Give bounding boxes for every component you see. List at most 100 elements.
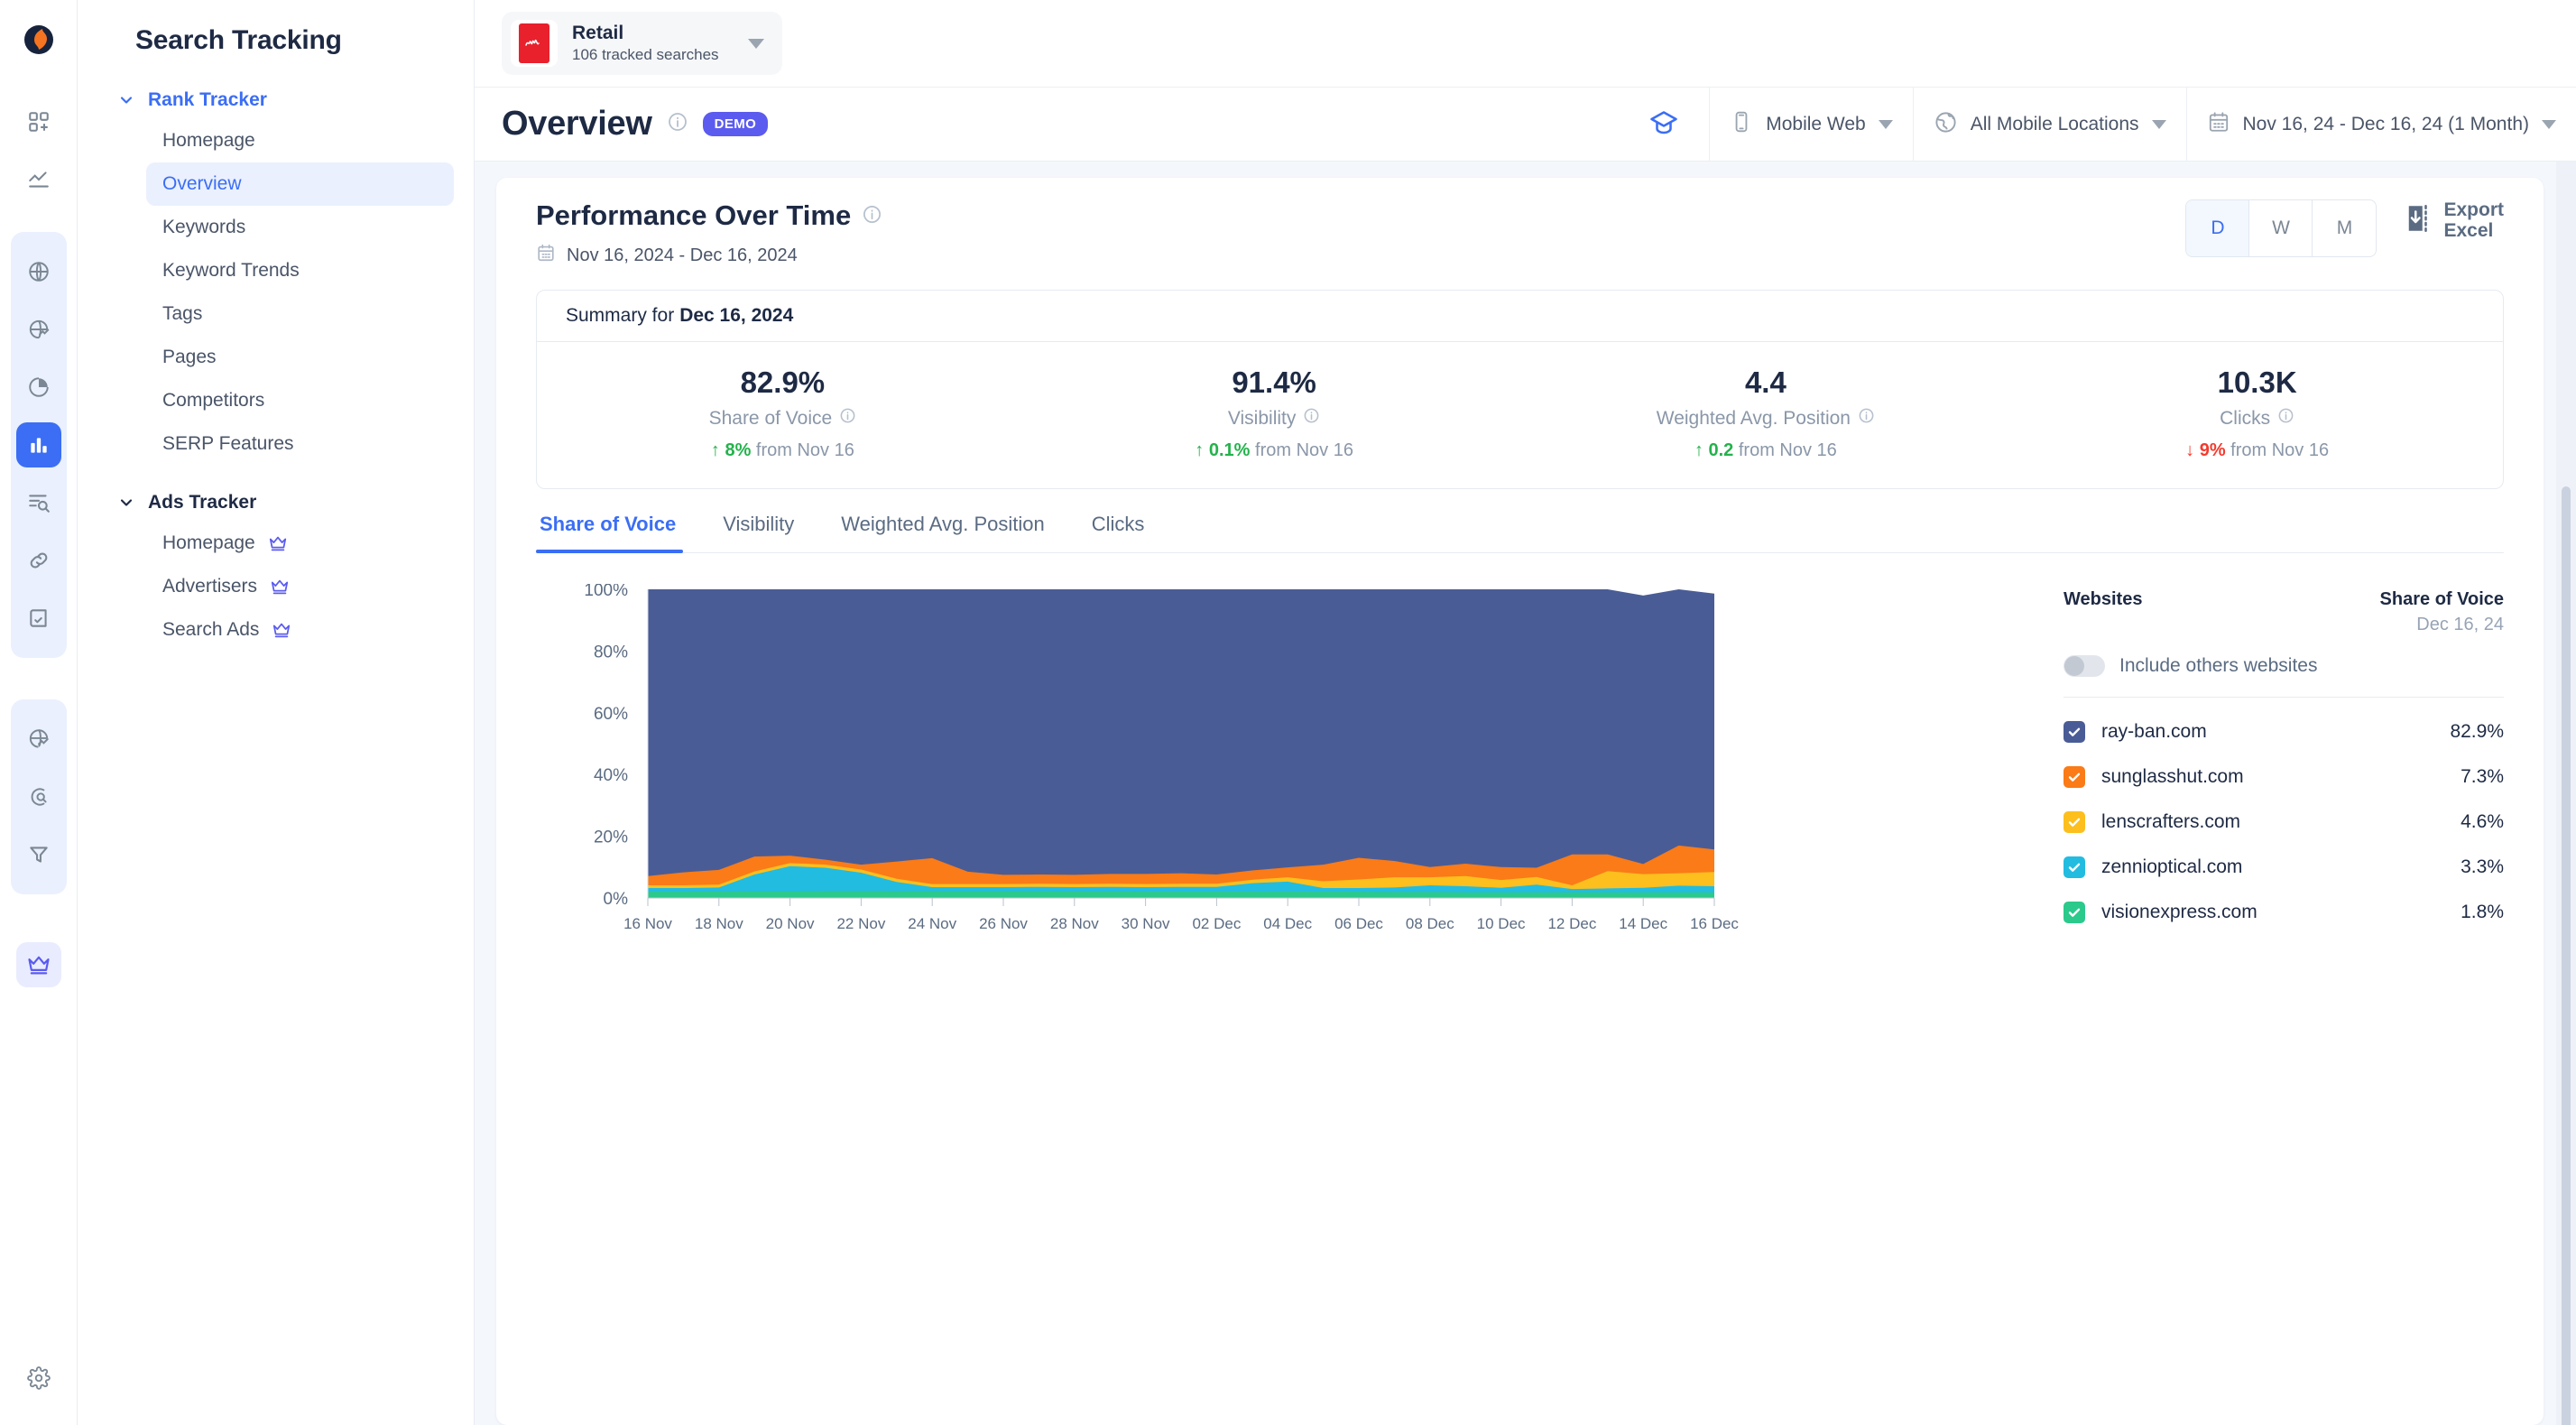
sidebar-item-keywords[interactable]: Keywords xyxy=(146,206,454,249)
sidebar-item-homepage[interactable]: Homepage xyxy=(146,119,454,162)
main-area: Retail 106 tracked searches Overview DEM… xyxy=(475,0,2576,1425)
card-header-actions: D W M xyxy=(2185,199,2504,257)
sidebar-item-tags[interactable]: Tags xyxy=(146,292,454,336)
metric-arrow: ↑ xyxy=(1694,440,1703,460)
legend-checkbox[interactable] xyxy=(2064,766,2085,788)
rail-group-primary xyxy=(11,232,67,658)
svg-text:04 Dec: 04 Dec xyxy=(1263,915,1312,932)
granularity-week[interactable]: W xyxy=(2249,200,2313,256)
sidebar-spacer xyxy=(97,466,454,484)
rail-group-secondary xyxy=(11,699,67,894)
top-bar: Retail 106 tracked searches xyxy=(475,0,2576,88)
granularity-day[interactable]: D xyxy=(2186,200,2249,256)
metric-delta-value: 0.2 xyxy=(1709,440,1734,460)
scrollbar-thumb[interactable] xyxy=(2562,486,2571,1425)
tab-share-of-voice[interactable]: Share of Voice xyxy=(536,513,699,552)
tab-clicks[interactable]: Clicks xyxy=(1068,513,1168,552)
sidebar-item-competitors[interactable]: Competitors xyxy=(146,379,454,422)
svg-text:08 Dec: 08 Dec xyxy=(1406,915,1454,932)
sidebar-item-label: Competitors xyxy=(162,390,264,412)
info-icon[interactable] xyxy=(1858,407,1875,430)
sidebar-item-overview[interactable]: Overview xyxy=(146,162,454,206)
legend-site-value: 1.8% xyxy=(2461,902,2504,923)
crown-icon[interactable] xyxy=(16,942,61,987)
device-filter[interactable]: Mobile Web xyxy=(1709,88,1913,161)
card-title-row: Performance Over Time xyxy=(536,199,882,232)
search-circle-icon[interactable] xyxy=(16,774,61,819)
info-icon[interactable] xyxy=(1303,407,1320,430)
link-icon[interactable] xyxy=(16,538,61,583)
metric-delta: ↑ 0.1% from Nov 16 xyxy=(1029,440,1520,461)
crown-icon xyxy=(270,577,290,597)
info-icon[interactable] xyxy=(2277,407,2294,430)
list-search-icon[interactable] xyxy=(16,480,61,525)
include-others-row: Include others websites xyxy=(2064,655,2504,698)
sidebar-section-rank-tracker[interactable]: Rank Tracker xyxy=(97,81,454,119)
stacked-area-chart[interactable]: 0%20%40%60%80%100% 16 Nov18 Nov20 Nov22 … xyxy=(550,584,1741,945)
sidebar-item-label: SERP Features xyxy=(162,433,294,455)
x-axis: 16 Nov18 Nov20 Nov22 Nov24 Nov26 Nov28 N… xyxy=(623,915,1739,932)
location-filter[interactable]: All Mobile Locations xyxy=(1913,88,2186,161)
sidebar-item-advertisers[interactable]: Advertisers xyxy=(146,565,454,608)
legend-checkbox[interactable] xyxy=(2064,902,2085,923)
gear-icon[interactable] xyxy=(16,1356,61,1401)
graduation-cap-icon[interactable] xyxy=(1619,88,1709,161)
project-subtitle: 106 tracked searches xyxy=(572,46,719,64)
card-date-range: Nov 16, 2024 - Dec 16, 2024 xyxy=(567,245,798,266)
sidebar-item-label: Homepage xyxy=(162,532,255,554)
summary-panel: Summary forDec 16, 2024 82.9% Share of V… xyxy=(536,290,2504,489)
info-icon[interactable] xyxy=(667,111,688,137)
tab-visibility[interactable]: Visibility xyxy=(699,513,817,552)
include-others-toggle[interactable] xyxy=(2064,655,2105,677)
legend-checkbox[interactable] xyxy=(2064,856,2085,878)
svg-text:06 Dec: 06 Dec xyxy=(1334,915,1383,932)
metric-label-row: Share of Voice xyxy=(537,407,1029,430)
legend-header: Websites Share of Voice Dec 16, 24 xyxy=(2064,589,2504,635)
pie-chart-icon[interactable] xyxy=(16,365,61,410)
dashboard-add-icon[interactable] xyxy=(16,99,61,144)
logo-icon[interactable] xyxy=(23,23,55,60)
sidebar-item-search-ads[interactable]: Search Ads xyxy=(146,608,454,652)
sidebar-item-label: Homepage xyxy=(162,130,255,152)
legend-col-metric: Share of Voice Dec 16, 24 xyxy=(2380,589,2504,635)
sidebar-item-serp-features[interactable]: SERP Features xyxy=(146,422,454,466)
sidebar-section-label: Ads Tracker xyxy=(148,492,256,514)
svg-text:22 Nov: 22 Nov xyxy=(836,915,885,932)
svg-text:20%: 20% xyxy=(594,828,628,847)
legend-checkbox[interactable] xyxy=(2064,721,2085,743)
info-icon[interactable] xyxy=(839,407,856,430)
sidebar-item-keyword-trends[interactable]: Keyword Trends xyxy=(146,249,454,292)
svg-text:10 Dec: 10 Dec xyxy=(1477,915,1526,932)
legend-site-value: 82.9% xyxy=(2450,721,2504,743)
bar-chart-icon[interactable] xyxy=(16,422,61,467)
trend-line-icon[interactable] xyxy=(16,157,61,202)
legend-col-websites: Websites xyxy=(2064,589,2142,610)
legend-row-lenscrafters: lenscrafters.com 4.6% xyxy=(2064,811,2504,833)
legend-row-ray-ban: ray-ban.com 82.9% xyxy=(2064,721,2504,743)
sidebar-section-ads-tracker[interactable]: Ads Tracker xyxy=(97,484,454,522)
info-icon[interactable] xyxy=(862,199,882,232)
sidebar-item-label: Overview xyxy=(162,173,242,195)
metric-value: 82.9% xyxy=(537,366,1029,400)
globe-analytics-icon[interactable] xyxy=(16,307,61,352)
metric-delta-since: from Nov 16 xyxy=(1739,440,1837,460)
svg-text:20 Nov: 20 Nov xyxy=(766,915,815,932)
filter-icon[interactable] xyxy=(16,832,61,877)
project-selector[interactable]: Retail 106 tracked searches xyxy=(502,12,782,75)
sidebar-item-pages[interactable]: Pages xyxy=(146,336,454,379)
document-check-icon[interactable] xyxy=(16,596,61,641)
date-range-filter[interactable]: Nov 16, 24 - Dec 16, 24 (1 Month) xyxy=(2186,88,2576,161)
export-excel-button[interactable]: ExportExcel xyxy=(2405,199,2504,241)
globe-analytics-icon[interactable] xyxy=(16,717,61,762)
chevron-down-icon xyxy=(117,494,135,512)
legend-checkbox[interactable] xyxy=(2064,811,2085,833)
granularity-month[interactable]: M xyxy=(2313,200,2376,256)
project-name: Retail xyxy=(572,23,719,44)
svg-text:40%: 40% xyxy=(594,766,628,785)
globe-icon[interactable] xyxy=(16,249,61,294)
tab-weighted-avg-position[interactable]: Weighted Avg. Position xyxy=(817,513,1067,552)
svg-text:16 Dec: 16 Dec xyxy=(1690,915,1739,932)
sidebar-item-ads-homepage[interactable]: Homepage xyxy=(146,522,454,565)
legend-site-name: lenscrafters.com xyxy=(2101,811,2461,833)
mobile-device-icon xyxy=(1730,110,1753,138)
